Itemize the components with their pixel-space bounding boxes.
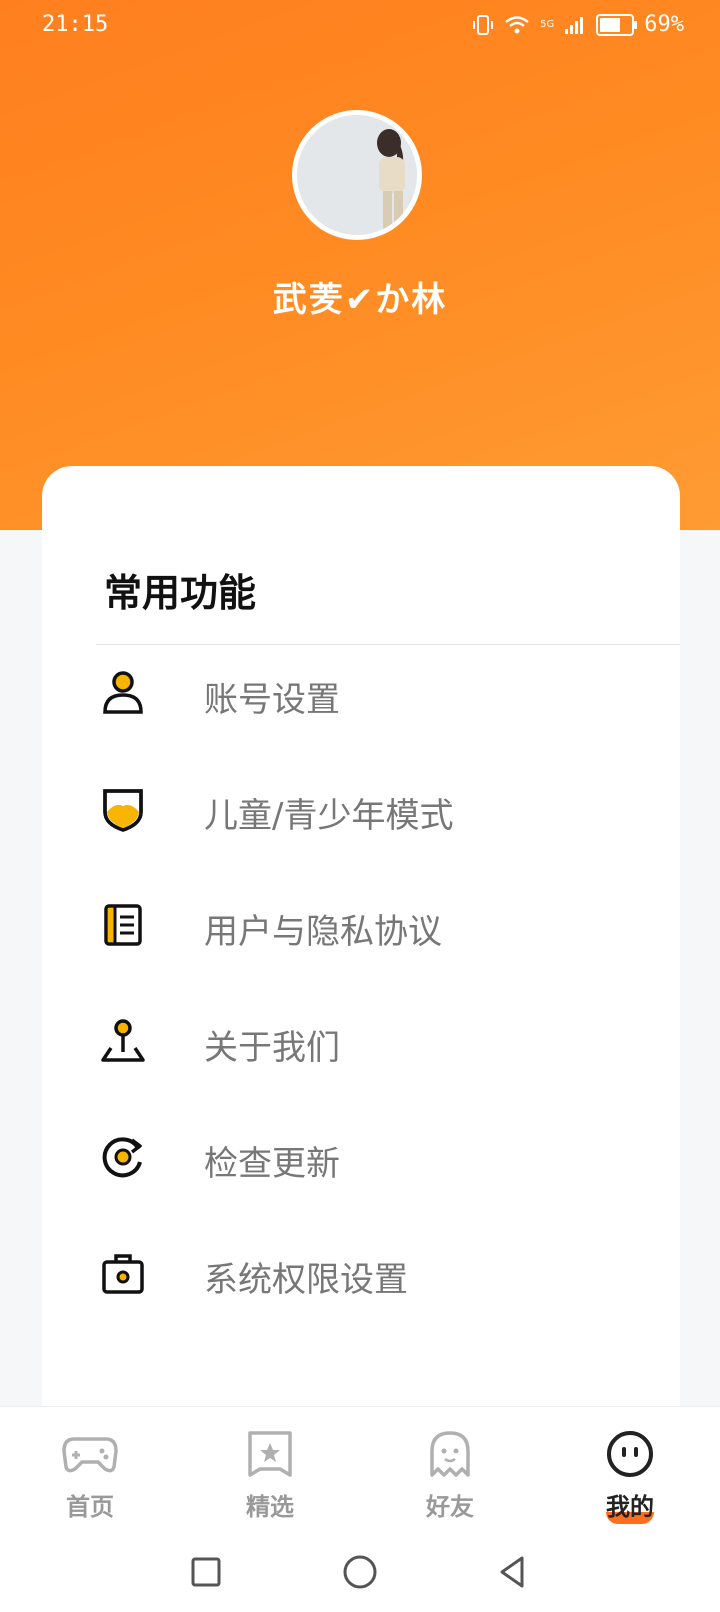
status-icons: 5G 69% — [472, 12, 684, 37]
gamepad-icon — [62, 1437, 118, 1473]
tab-label: 我的 — [606, 1493, 654, 1521]
document-icon — [104, 904, 142, 946]
home-button[interactable] — [340, 1554, 380, 1590]
wifi-icon — [505, 15, 529, 33]
profile-header-background — [0, 0, 720, 530]
tab-mine[interactable]: 我的 — [540, 1407, 720, 1535]
recent-apps-button[interactable] — [188, 1554, 224, 1590]
menu-label: 儿童/青少年模式 — [204, 796, 454, 836]
location-pin-icon — [101, 1019, 145, 1062]
vibrate-icon — [473, 14, 494, 35]
menu-item-about-us[interactable]: 关于我们 — [42, 992, 680, 1092]
section-title: 常用功能 — [104, 571, 257, 615]
shield-icon — [103, 789, 143, 832]
menu-label: 检查更新 — [204, 1144, 340, 1184]
briefcase-icon — [102, 1254, 144, 1294]
tab-label: 首页 — [66, 1493, 114, 1521]
tab-friends[interactable]: 好友 — [360, 1407, 540, 1535]
status-time: 21:15 — [42, 12, 109, 37]
face-icon — [607, 1431, 653, 1477]
avatar[interactable] — [292, 110, 422, 240]
menu-item-system-permissions[interactable]: 系统权限设置 — [42, 1224, 680, 1324]
menu-item-account-settings[interactable]: 账号设置 — [42, 644, 680, 744]
tab-label: 好友 — [426, 1493, 474, 1521]
username: 武羐✔か林 — [272, 280, 448, 320]
star-card-icon — [248, 1431, 292, 1477]
function-card: 常用功能 账号设置 儿童/青少年模式 用户与隐私协议 关于我们 检查更新 系统权… — [42, 466, 680, 1426]
battery-icon — [596, 13, 638, 36]
system-nav-bar — [0, 1534, 720, 1612]
menu-item-youth-mode[interactable]: 儿童/青少年模式 — [42, 760, 680, 860]
menu-label: 用户与隐私协议 — [204, 912, 442, 952]
bottom-tab-bar: 首页 精选 好友 我的 — [0, 1406, 720, 1535]
user-icon — [103, 671, 143, 714]
signal-icon — [565, 16, 584, 34]
ghost-icon — [430, 1431, 470, 1477]
network-label: 5G — [540, 19, 555, 30]
refresh-icon — [102, 1137, 142, 1178]
menu-item-privacy-agreement[interactable]: 用户与隐私协议 — [42, 876, 680, 976]
menu-label: 关于我们 — [204, 1028, 340, 1068]
tab-home[interactable]: 首页 — [0, 1407, 180, 1535]
menu-item-check-update[interactable]: 检查更新 — [42, 1108, 680, 1208]
back-button[interactable] — [494, 1554, 530, 1590]
avatar-photo — [297, 115, 417, 235]
battery-level: 69% — [644, 12, 684, 37]
tab-label: 精选 — [246, 1493, 294, 1521]
menu-label: 账号设置 — [204, 680, 340, 720]
tab-featured[interactable]: 精选 — [180, 1407, 360, 1535]
menu-label: 系统权限设置 — [204, 1260, 408, 1300]
status-bar: 21:15 5G 69% — [0, 0, 720, 50]
